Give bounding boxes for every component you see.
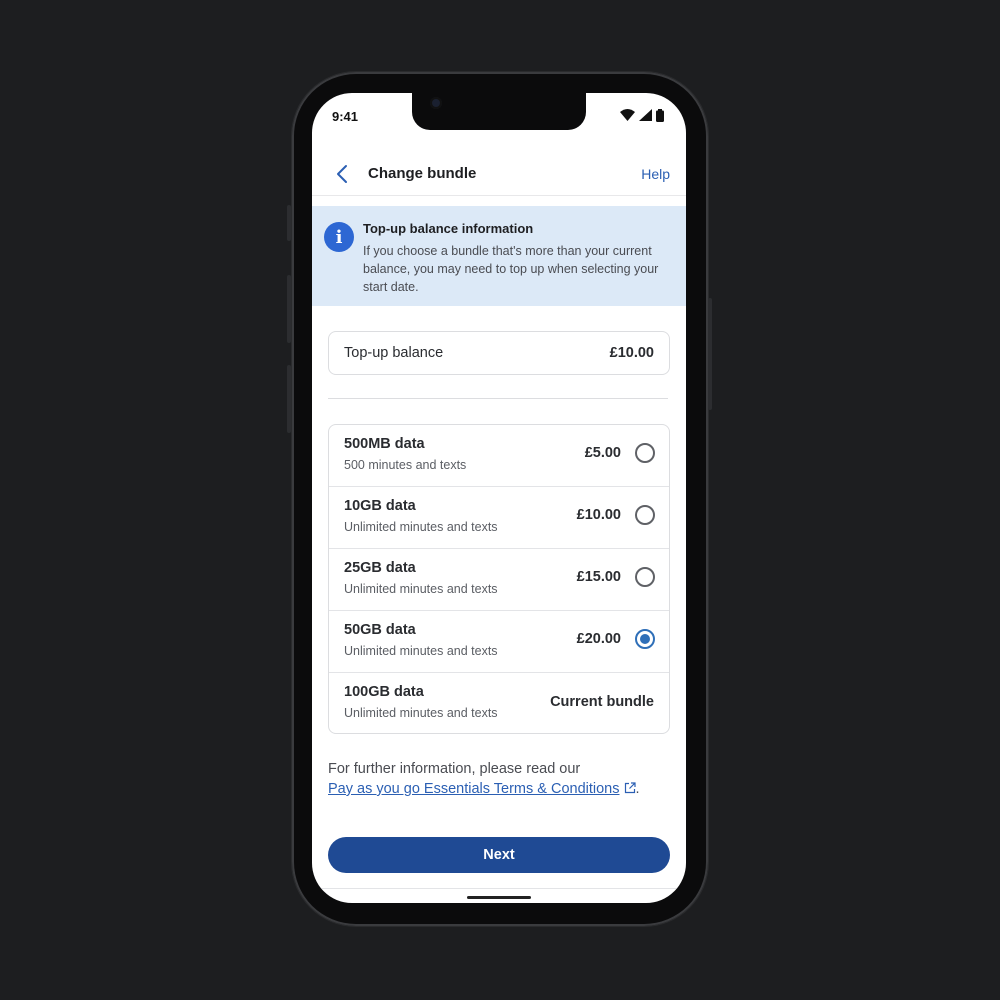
cellular-signal-icon [639,109,652,121]
balance-value: £10.00 [609,345,654,361]
bundle-option-500mb[interactable]: 500MB data 500 minutes and texts £5.00 [329,425,669,487]
bundle-price: £20.00 [576,631,621,647]
wifi-icon [620,109,635,121]
chevron-left-icon [337,165,347,183]
bundle-radio[interactable] [635,567,655,587]
bundle-price: £5.00 [584,445,621,461]
home-indicator[interactable] [467,896,531,899]
bundle-radio[interactable] [635,505,655,525]
bottom-divider [312,888,686,889]
bundle-description: Unlimited minutes and texts [344,706,498,720]
phone-screen: 9:41 Change bundle Help i Top-up balance… [312,93,686,903]
bundle-option-50gb[interactable]: 50GB data Unlimited minutes and texts £2… [329,611,669,673]
terms-notice-text: For further information, please read our [328,761,581,777]
battery-icon [656,108,664,122]
next-button[interactable]: Next [328,837,670,873]
bundle-description: Unlimited minutes and texts [344,644,498,658]
terms-notice: For further information, please read our… [328,759,678,799]
status-time: 9:41 [332,109,359,124]
status-icons [620,108,664,122]
volume-up-button [287,275,291,343]
bundle-option-25gb[interactable]: 25GB data Unlimited minutes and texts £1… [329,549,669,611]
balance-label: Top-up balance [344,345,444,361]
info-banner-title: Top-up balance information [363,221,534,236]
info-icon: i [324,222,354,252]
bundle-name: 500MB data [344,436,425,452]
page-title: Change bundle [368,165,477,182]
app-header: Change bundle Help [312,153,686,196]
section-divider [328,398,668,399]
external-link-icon [624,782,636,794]
notch [412,93,586,130]
bundle-description: Unlimited minutes and texts [344,582,498,596]
silent-switch [287,205,291,241]
bundle-name: 100GB data [344,684,424,700]
back-button[interactable] [332,163,352,185]
power-button [708,298,712,410]
bundle-name: 50GB data [344,622,416,638]
help-link[interactable]: Help [641,166,670,182]
bundle-name: 25GB data [344,560,416,576]
bundle-description: 500 minutes and texts [344,458,467,472]
volume-down-button [287,365,291,433]
current-bundle-label: Current bundle [550,694,654,710]
bundle-option-100gb-current: 100GB data Unlimited minutes and texts C… [329,673,669,733]
bundle-description: Unlimited minutes and texts [344,520,498,534]
topup-balance-card: Top-up balance £10.00 [328,331,670,375]
bundle-price: £10.00 [576,507,621,523]
info-banner-body: If you choose a bundle that's more than … [363,244,659,294]
bundle-radio-selected[interactable] [635,629,655,649]
bundle-name: 10GB data [344,498,416,514]
bundle-option-10gb[interactable]: 10GB data Unlimited minutes and texts £1… [329,487,669,549]
bundle-price: £15.00 [576,569,621,585]
bundle-list: 500MB data 500 minutes and texts £5.00 1… [328,424,670,734]
front-camera [430,97,442,109]
terms-link[interactable]: Pay as you go Essentials Terms & Conditi… [328,781,620,797]
info-banner: i Top-up balance information If you choo… [312,206,686,306]
bundle-radio[interactable] [635,443,655,463]
terms-suffix: . [635,781,640,797]
